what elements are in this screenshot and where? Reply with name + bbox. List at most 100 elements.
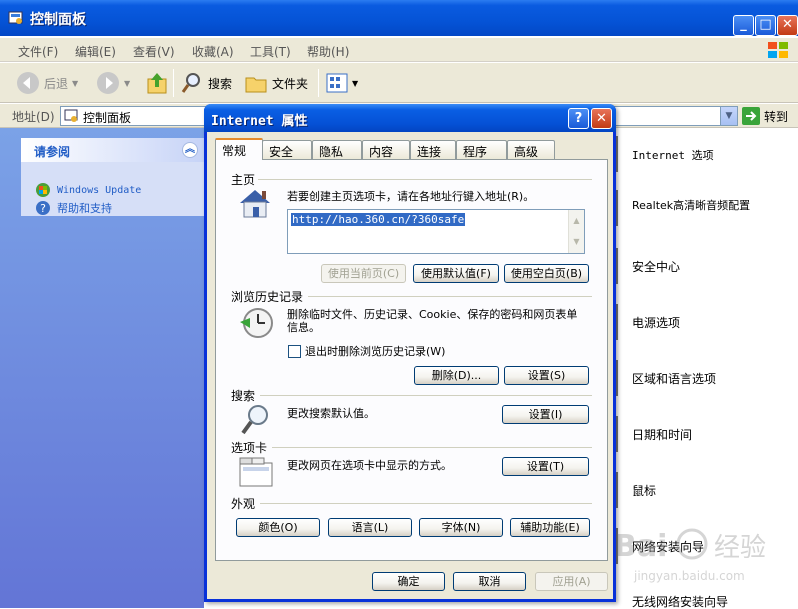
item-date-time[interactable]: 日期和时间: [632, 429, 772, 442]
toolbar: 后退 ▼ ▼ 搜索 文件夹 ▼: [0, 63, 798, 103]
svg-text:jingyan.baidu.com: jingyan.baidu.com: [633, 569, 745, 583]
control-panel-small-icon: [64, 109, 78, 126]
home-page-description: 若要创建主页选项卡，请在各地址行键入地址(R)。: [287, 190, 535, 203]
address-dropdown-icon[interactable]: ▼: [720, 107, 737, 125]
up-folder-button[interactable]: [146, 69, 168, 97]
forward-button[interactable]: ▼: [96, 69, 130, 97]
use-blank-button[interactable]: 使用空白页(B): [504, 264, 589, 283]
tab-privacy[interactable]: 隐私: [312, 140, 362, 159]
minimize-button[interactable]: _: [733, 15, 754, 36]
back-arrow-icon: [17, 72, 39, 94]
dialog-close-button[interactable]: ✕: [591, 108, 612, 129]
windows-logo-icon: [766, 40, 790, 60]
general-tab-panel: 主页 若要创建主页选项卡，请在各地址行键入地址(R)。 http://hao.3…: [215, 159, 608, 561]
svg-text:Bai: Bai: [614, 529, 667, 564]
menu-tools[interactable]: 工具(T): [250, 43, 291, 60]
delete-on-exit-label[interactable]: 退出时删除浏览历史记录(W): [305, 345, 445, 358]
use-default-button[interactable]: 使用默认值(F): [413, 264, 499, 283]
control-panel-icon: [8, 10, 24, 26]
menu-view[interactable]: 查看(V): [133, 43, 175, 60]
search-heading: 搜索: [231, 389, 256, 403]
folder-icon: [245, 77, 267, 93]
tabs-description: 更改网页在选项卡中显示的方式。: [287, 459, 452, 472]
item-security-center[interactable]: 安全中心: [632, 261, 772, 274]
url-scrollbar[interactable]: ▲ ▼: [568, 210, 584, 253]
close-button[interactable]: ✕: [777, 15, 798, 36]
baidu-watermark: Bai 经验 jingyan.baidu.com: [610, 520, 798, 590]
search-settings-button[interactable]: 设置(I): [502, 405, 589, 424]
address-value: 控制面板: [83, 111, 132, 125]
item-internet-options[interactable]: Internet 选项: [632, 149, 772, 162]
maximize-button[interactable]: □: [755, 15, 776, 36]
home-page-url-value: http://hao.360.cn/?360safe: [291, 213, 466, 226]
item-mouse[interactable]: 鼠标: [632, 485, 772, 498]
folders-label: 文件夹: [272, 76, 309, 91]
accessibility-button[interactable]: 辅助功能(E): [510, 518, 590, 537]
go-arrow-icon: [742, 107, 760, 125]
help-support-link[interactable]: ? 帮助和支持: [35, 200, 112, 216]
folders-button[interactable]: 文件夹: [244, 69, 308, 97]
help-button[interactable]: ?: [568, 108, 589, 129]
history-description: 删除临时文件、历史记录、Cookie、保存的密码和网页表单信息。: [287, 308, 578, 334]
see-also-header[interactable]: 请参阅 ︽: [21, 138, 204, 162]
tab-connections[interactable]: 连接: [410, 140, 456, 159]
go-button[interactable]: 转到: [742, 107, 788, 125]
item-power-options[interactable]: 电源选项: [632, 317, 772, 330]
task-sidebar: 请参阅 ︽ Windows Update ? 帮助和支持: [0, 128, 204, 608]
delete-history-button[interactable]: 删除(D)...: [414, 366, 499, 385]
help-icon: ?: [36, 201, 50, 215]
windows-update-link[interactable]: Windows Update: [35, 182, 141, 198]
fonts-button[interactable]: 字体(N): [419, 518, 503, 537]
apply-button[interactable]: 应用(A): [535, 572, 608, 591]
tabs-settings-button[interactable]: 设置(T): [502, 457, 589, 476]
browsing-history-heading: 浏览历史记录: [231, 290, 304, 304]
history-settings-button[interactable]: 设置(S): [504, 366, 589, 385]
views-icon: [326, 73, 348, 93]
back-button[interactable]: 后退 ▼: [16, 69, 78, 97]
menu-bar: 文件(F) 编辑(E) 查看(V) 收藏(A) 工具(T) 帮助(H): [0, 38, 798, 62]
tab-content[interactable]: 内容: [362, 140, 410, 159]
delete-on-exit-checkbox[interactable]: [288, 345, 301, 358]
tabs-heading: 选项卡: [231, 441, 268, 455]
tab-programs[interactable]: 程序: [456, 140, 507, 159]
item-realtek-audio[interactable]: Realtek高清晰音频配置: [632, 199, 772, 212]
menu-favorites[interactable]: 收藏(A): [192, 43, 234, 60]
home-page-heading: 主页: [231, 173, 256, 187]
menu-edit[interactable]: 编辑(E): [75, 43, 116, 60]
search-label: 搜索: [208, 76, 233, 91]
menu-file[interactable]: 文件(F): [18, 43, 58, 60]
menu-help[interactable]: 帮助(H): [307, 43, 349, 60]
dialog-titlebar[interactable]: Internet 属性 ? ✕: [204, 104, 616, 132]
item-wireless-setup-wizard[interactable]: 无线网络安装向导: [632, 596, 772, 609]
cancel-button[interactable]: 取消: [453, 572, 526, 591]
see-also-title: 请参阅: [34, 145, 71, 159]
window-titlebar[interactable]: 控制面板 _ □ ✕: [0, 0, 798, 36]
views-button[interactable]: ▼: [326, 69, 358, 97]
use-current-button[interactable]: 使用当前页(C): [321, 264, 406, 283]
window-title: 控制面板: [30, 12, 86, 28]
windows-update-icon: [36, 183, 50, 197]
dialog-title: Internet 属性: [211, 114, 308, 129]
svg-text:经验: 经验: [714, 533, 766, 563]
internet-properties-dialog: Internet 属性 ? ✕ 常规 安全 隐私 内容 连接 程序 高级 主页 …: [204, 104, 616, 602]
up-folder-icon: [147, 73, 167, 94]
colors-button[interactable]: 颜色(O): [236, 518, 320, 537]
home-page-url-textarea[interactable]: http://hao.360.cn/?360safe ▲ ▼: [287, 209, 585, 254]
history-clock-icon: [238, 306, 274, 343]
languages-button[interactable]: 语言(L): [328, 518, 412, 537]
svg-text:?: ?: [40, 202, 46, 215]
search-description: 更改搜索默认值。: [287, 407, 375, 420]
forward-arrow-icon: [97, 72, 119, 94]
tab-security[interactable]: 安全: [262, 140, 312, 159]
item-regional-language[interactable]: 区域和语言选项: [632, 373, 772, 386]
search-button[interactable]: 搜索: [180, 69, 232, 97]
see-also-panel: 请参阅 ︽ Windows Update ? 帮助和支持: [21, 138, 204, 216]
go-label: 转到: [764, 109, 789, 124]
collapse-icon[interactable]: ︽: [182, 142, 198, 158]
ok-button[interactable]: 确定: [372, 572, 445, 591]
home-icon: [238, 188, 272, 221]
tab-general[interactable]: 常规: [215, 138, 263, 160]
tab-advanced[interactable]: 高级: [507, 140, 555, 159]
back-label: 后退: [44, 76, 69, 91]
address-label: 地址(D): [12, 110, 55, 124]
